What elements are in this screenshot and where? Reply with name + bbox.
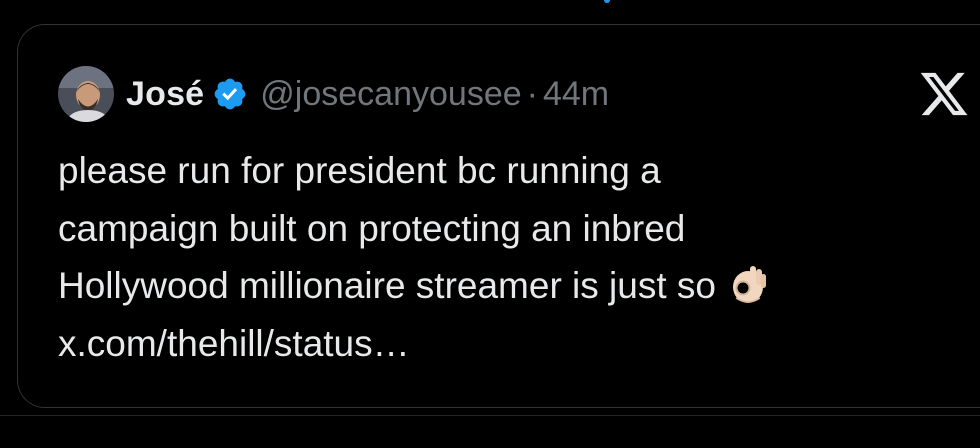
ok-hand-emoji bbox=[733, 266, 766, 303]
tweet-text-line-with-emoji: Hollywood millionaire streamer is just s… bbox=[58, 257, 938, 315]
divider bbox=[0, 415, 980, 416]
top-indicator bbox=[604, 0, 610, 3]
separator-dot: · bbox=[526, 74, 538, 113]
x-logo-icon bbox=[920, 72, 968, 116]
author-name[interactable]: José bbox=[126, 75, 204, 114]
tweet-text-line: Hollywood millionaire streamer is just s… bbox=[58, 265, 716, 306]
tweet-body: please run for president bc running a ca… bbox=[58, 142, 938, 372]
verified-icon bbox=[214, 78, 246, 110]
avatar[interactable] bbox=[58, 66, 114, 122]
author-handle[interactable]: @josecanyousee bbox=[260, 75, 521, 114]
tweet-link[interactable]: x.com/thehill/status… bbox=[58, 315, 938, 373]
tweet-text-line: please run for president bc running a bbox=[58, 150, 661, 191]
timestamp[interactable]: 44m bbox=[543, 75, 609, 114]
tweet-header: José @josecanyousee · 44m bbox=[58, 66, 609, 122]
tweet-text-line: campaign built on protecting an inbred bbox=[58, 207, 686, 249]
avatar-image bbox=[58, 66, 114, 122]
